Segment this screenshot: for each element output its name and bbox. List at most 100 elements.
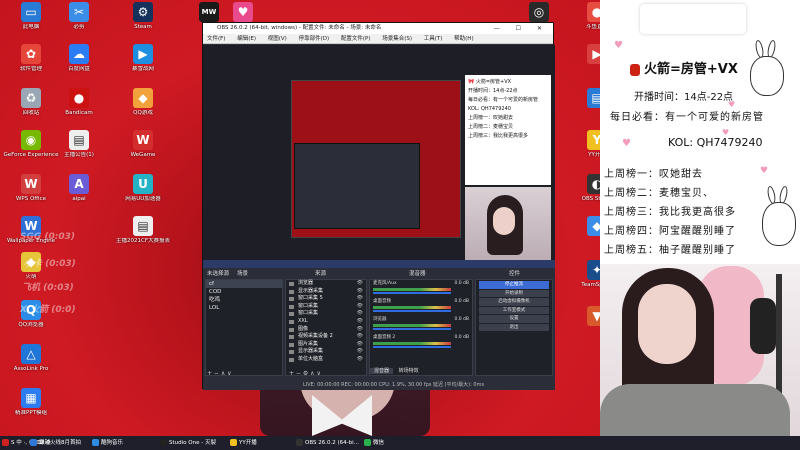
- taskbar-app-icon: [92, 439, 99, 446]
- transitions-tab[interactable]: 转场特效: [395, 368, 423, 374]
- desktop-icon-r4[interactable]: ▼: [566, 306, 600, 346]
- yy-icon: Y: [587, 130, 600, 150]
- desktop-icon-r1[interactable]: ▶: [566, 44, 600, 84]
- desktop-icon-obs[interactable]: ◐ OBS Studio: [566, 174, 600, 214]
- tt-icon: ●: [587, 2, 600, 22]
- menu-file[interactable]: 文件(F): [207, 36, 225, 42]
- source-item[interactable]: XXL 👁: [286, 318, 366, 326]
- taskbar-item[interactable]: YY开播: [230, 436, 257, 450]
- uu-icon: U: [133, 174, 153, 194]
- taskbar-item[interactable]: 微信: [364, 436, 384, 450]
- scene-add-remove-buttons[interactable]: + − ∧ ∨: [207, 370, 232, 378]
- mixer-dock: 麦克风/Aux 0.0 dB 桌面音频 0.0 dB 浏览器 0.0 dB 桌面…: [369, 279, 473, 376]
- taskbar-item[interactable]: OBS 26.0.2 (64-bi...: [296, 436, 359, 450]
- blank-banner: [640, 4, 746, 34]
- baidu-icon: ☁: [69, 44, 89, 64]
- menu-profile[interactable]: 配置文件(P): [341, 36, 371, 42]
- desktop-icon-label: QQ浏览器: [18, 322, 44, 328]
- desktop-icon-bbll[interactable]: ▶ 暴雪战网: [112, 44, 174, 84]
- qq-icon: ◆: [133, 88, 153, 108]
- desktop-icon-qq[interactable]: ◆ QQ游戏: [112, 88, 174, 128]
- scene-item[interactable]: COD: [206, 288, 282, 296]
- preview-taskbar: [203, 260, 555, 268]
- source-item[interactable]: 窗口采集 👁: [286, 310, 366, 318]
- taskbar-app-icon: [2, 439, 9, 446]
- daily-note: 每日必看：有一个可爱的新房管: [610, 112, 764, 123]
- desktop-icon-doc1[interactable]: ▤ 主播公告(1): [48, 130, 110, 170]
- doc2-icon: ▤: [133, 216, 153, 236]
- mixer-channel[interactable]: 浏览器 0.0 dB: [370, 316, 472, 334]
- obs-window[interactable]: OBS 26.0.2 (64-bit, windows) - 配置文件: 未命名…: [202, 22, 555, 390]
- taskbar-item[interactable]: Studio One - 灭裂: [160, 436, 216, 450]
- studio-mode-button[interactable]: 工作室模式: [479, 306, 549, 314]
- settings-button[interactable]: 设置: [479, 315, 549, 323]
- preview-nested-desktop: [291, 80, 461, 238]
- menu-docks[interactable]: 停靠部件(D): [299, 36, 330, 42]
- taskbar-item[interactable]: 酷狗音乐: [92, 436, 123, 450]
- mixer-channel[interactable]: 桌面音频 2 0.0 dB: [370, 334, 472, 352]
- menu-edit[interactable]: 编辑(E): [237, 36, 256, 42]
- desktop-icon-r3[interactable]: ◆: [566, 216, 600, 256]
- source-item[interactable]: 显示器采集 👁: [286, 348, 366, 356]
- heart-icon: ♥: [622, 138, 631, 149]
- desktop-icon-uu[interactable]: U 网易UU加速器: [112, 174, 174, 214]
- source-item[interactable]: 单位大脑盒 👁: [286, 356, 366, 364]
- desktop-icon-bilibili[interactable]: ✂ 必剪: [48, 2, 110, 42]
- desktop-icon-label: 网易UU加速器: [125, 196, 161, 202]
- mixer-channel[interactable]: 麦克风/Aux 0.0 dB: [370, 280, 472, 298]
- preview-line: 🎀 火箭=房管+VX: [468, 79, 512, 85]
- desktop-icon-bandicam[interactable]: ● Bandicam: [48, 88, 110, 128]
- rank-2: 上周榜二：麦穗宝贝、: [604, 188, 714, 199]
- scene-item[interactable]: 吃鸡: [206, 296, 282, 304]
- scenes-dock: cf COD 吃鸡 LOL: [205, 279, 283, 376]
- desktop-icon-label: 暴雪战网: [131, 66, 154, 72]
- taskbar-item-label: OBS 26.0.2 (64-bi...: [305, 440, 359, 446]
- ghost-text: X 火箭 (0:0): [20, 305, 76, 315]
- obs-title: OBS 26.0.2 (64-bit, windows) - 配置文件: 未命名…: [217, 25, 382, 31]
- desktop-icon-baidu[interactable]: ☁ 百度网盘: [48, 44, 110, 84]
- obs-preview[interactable]: 🎀 火箭=房管+VX 开播时间：14点-22点 每日必看：有一个可爱的新房管 K…: [203, 45, 555, 268]
- desktop-icon-aipai[interactable]: Aaipai: [48, 174, 110, 214]
- desktop-icon-yy[interactable]: Y YY开播: [566, 130, 600, 170]
- desktop-icon-wegame[interactable]: W WeGame: [112, 130, 174, 170]
- wps-icon: W: [21, 174, 41, 194]
- source-item[interactable]: 窗口采集 5 👁: [286, 295, 366, 303]
- taskbar-item[interactable]: 穿越火线8月首拍: [30, 436, 81, 450]
- desktop-icon-r2[interactable]: ▤: [566, 88, 600, 128]
- mixer-channel[interactable]: 桌面音频 0.0 dB: [370, 298, 472, 316]
- desktop-icon-label: QQ游戏: [133, 110, 153, 116]
- webcam-feed: [600, 264, 800, 436]
- stop-streaming-button[interactable]: 停止推流: [479, 281, 549, 289]
- menu-view[interactable]: 视图(V): [268, 36, 287, 42]
- obs-titlebar[interactable]: OBS 26.0.2 (64-bit, windows) - 配置文件: 未命名…: [203, 23, 553, 34]
- menu-scene-collection[interactable]: 场景集合(S): [382, 36, 412, 42]
- desktop-icon-ppt[interactable]: ▦ 精准PPT模组: [0, 388, 62, 428]
- scene-item[interactable]: cf: [206, 280, 282, 288]
- recycle-icon: ♻: [21, 88, 41, 108]
- desktop-icon-assistant[interactable]: △ AssoLink Pro: [0, 344, 62, 384]
- virtual-camera-button[interactable]: 启动虚拟摄像机: [479, 298, 549, 306]
- bandicam-icon: ●: [69, 88, 89, 108]
- exit-button[interactable]: 退出: [479, 323, 549, 331]
- rocket-icon: [630, 63, 640, 76]
- menu-help[interactable]: 帮助(H): [454, 36, 473, 42]
- sources-dock: 浏览器 👁 显示器采集 👁 窗口采集 5 👁 窗口采集 👁 窗口采集 👁 XXL 👁 图像 👁…: [285, 279, 367, 376]
- assistant-icon: △: [21, 344, 41, 364]
- desktop-icon-tt[interactable]: ● 斗鱼直播: [566, 2, 600, 42]
- scene-item[interactable]: LOL: [206, 304, 282, 312]
- start-recording-button[interactable]: 开始录制: [479, 289, 549, 297]
- desktop-icon-teamspeak[interactable]: ✦ TeamSpeak: [566, 260, 600, 300]
- source-item[interactable]: 视频采集设备 2 👁: [286, 333, 366, 341]
- windows-taskbar: S 中 ·, ☺ ⌨ ⚙穿越火线8月首拍酷狗音乐Studio One - 灭裂Y…: [0, 436, 800, 450]
- desktop-icon-steam[interactable]: ⚙ Steam: [112, 2, 174, 42]
- stream-info-panel: ♥ ♥ ♥ ♥ ♥ 火箭=房管+VX 开播时间：14点-22点 每日必看：有一个…: [600, 0, 800, 436]
- teamspeak-icon: ✦: [587, 260, 600, 280]
- source-add-remove-buttons[interactable]: + − ⚙ ∧ ∨: [289, 370, 321, 378]
- desktop-icon-doc2[interactable]: ▤ 主播2021CF大赛报表: [112, 216, 174, 256]
- taskbar-item-label: 微信: [373, 440, 385, 446]
- menu-tools[interactable]: 工具(T): [424, 36, 443, 42]
- desktop-icon-label: 主播公告(1): [64, 152, 94, 158]
- window-controls[interactable]: — ☐ ✕: [494, 23, 549, 34]
- source-item[interactable]: 浏览器 👁: [286, 280, 366, 288]
- mixer-tab[interactable]: 混音器: [370, 368, 394, 374]
